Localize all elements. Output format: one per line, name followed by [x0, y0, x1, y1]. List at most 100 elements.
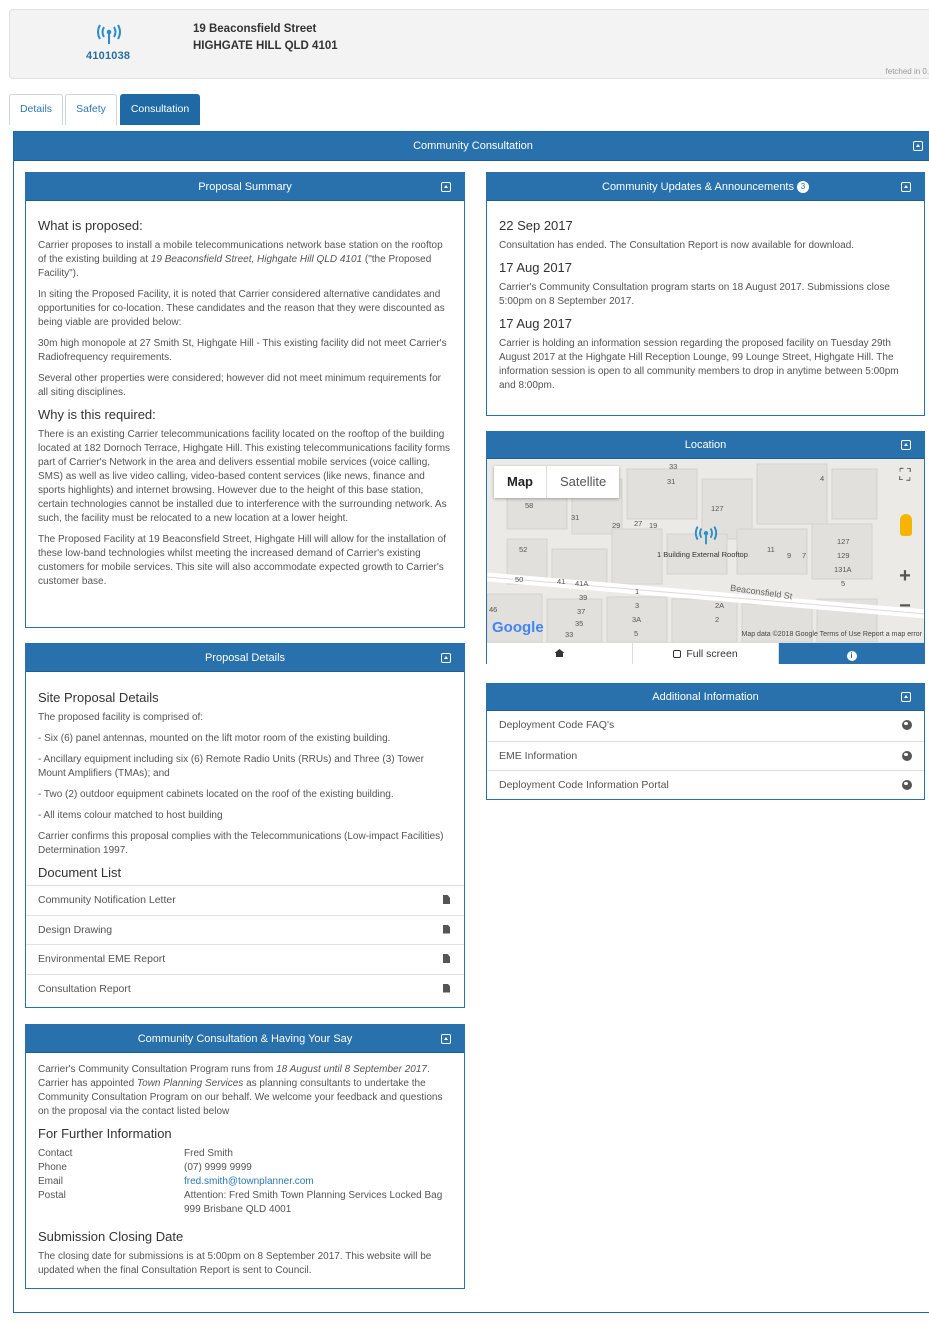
lot-number: 2	[715, 615, 720, 624]
info-link[interactable]: Deployment Code Information Portal	[487, 770, 924, 800]
proposal-details-header: Proposal Details	[26, 644, 464, 672]
map-type-map-button[interactable]: Map	[494, 466, 546, 498]
additional-info-title: Additional Information	[652, 691, 759, 703]
info-link[interactable]: EME Information	[487, 740, 924, 771]
lot-number: 37	[577, 607, 586, 616]
tab-consultation[interactable]: Consultation	[120, 94, 200, 125]
pegman-icon[interactable]	[900, 514, 912, 536]
map-type-toggle: Map Satellite	[494, 466, 620, 498]
site-id: 4101038	[86, 50, 131, 62]
home-button[interactable]	[487, 643, 633, 664]
document-link[interactable]: Environmental EME Report	[26, 944, 464, 974]
lot-number: 31	[571, 513, 580, 522]
info-icon: i	[846, 651, 857, 661]
info-button[interactable]: i	[779, 643, 924, 664]
location-title: Location	[684, 439, 727, 451]
lot-number: 58	[525, 501, 534, 510]
full-screen-button[interactable]: Full screen	[633, 643, 779, 664]
community-updates-title: Community Updates & Announcements	[602, 181, 794, 193]
community-consultation-header: Community Consultation	[14, 132, 929, 161]
document-link[interactable]: Consultation Report	[26, 973, 464, 1004]
document-link[interactable]: Community Notification Letter	[26, 885, 464, 915]
having-your-say-title: Community Consultation & Having Your Say	[137, 1033, 353, 1045]
list-item: - Two (2) outdoor equipment cabinets loc…	[38, 789, 394, 800]
tab-safety[interactable]: Safety	[65, 94, 117, 125]
proposal-summary-header: Proposal Summary	[26, 173, 464, 201]
additional-info-panel: Additional Information Deployment Code F…	[486, 683, 925, 800]
lot-number: 11	[767, 545, 775, 554]
document-link[interactable]: Design Drawing	[26, 914, 464, 945]
tab-details[interactable]: Details	[9, 94, 63, 125]
proposal-summary-title: Proposal Summary	[198, 181, 292, 193]
file-icon	[443, 954, 450, 963]
google-logo: Google	[492, 619, 544, 636]
collapse-icon[interactable]	[901, 181, 911, 192]
collapse-icon[interactable]	[441, 1033, 451, 1044]
lot-number: 127	[711, 504, 724, 513]
map-fullscreen-control[interactable]: ⛶	[892, 467, 918, 485]
info-link-label: Deployment Code Information Portal	[499, 779, 669, 791]
file-icon	[443, 895, 450, 904]
site-pin-label: 1 Building External Rooftop	[657, 550, 748, 559]
lot-number: 129	[837, 551, 850, 560]
info-link[interactable]: Deployment Code FAQ's	[487, 711, 924, 741]
document-label: Design Drawing	[38, 923, 113, 936]
updates-count-badge: 3	[797, 181, 809, 193]
globe-icon	[902, 780, 912, 790]
program-paragraph: Carrier's Community Consultation Program…	[38, 1064, 443, 1117]
lot-number: 27	[634, 519, 643, 528]
address-line-2: HIGHGATE HILL QLD 4101	[193, 40, 338, 52]
existing-facility-paragraph: There is an existing Carrier telecommuni…	[38, 429, 451, 524]
lot-number: 2A	[715, 601, 725, 610]
lot-number: 3A	[632, 615, 642, 624]
proposal-details-panel: Proposal Details Site Proposal Details T…	[25, 643, 465, 1008]
document-list-heading: Document List	[38, 865, 122, 880]
address-line-1: 19 Beaconsfield Street	[193, 23, 317, 35]
site-proposal-heading: Site Proposal Details	[38, 690, 159, 705]
monopole-paragraph: 30m high monopole at 27 Smith St, Highga…	[38, 338, 447, 363]
list-item: - All items colour matched to host build…	[38, 810, 223, 821]
document-label: Environmental EME Report	[38, 953, 166, 965]
map-attribution[interactable]: Map data ©2018 Google Terms of Use Repor…	[741, 631, 922, 638]
list-item: - Six (6) panel antennas, mounted on the…	[38, 733, 391, 744]
collapse-icon[interactable]	[913, 141, 923, 151]
email-link[interactable]: fred.smith@townplanner.com	[184, 1176, 314, 1187]
collapse-icon[interactable]	[901, 692, 911, 702]
collapse-icon[interactable]	[901, 440, 911, 450]
zoom-out-button[interactable]: −	[892, 595, 918, 618]
postal-label: Postal	[38, 1190, 66, 1201]
antenna-icon[interactable]	[693, 523, 719, 547]
lot-number: 41A	[575, 579, 589, 588]
globe-icon	[902, 750, 912, 761]
having-your-say-panel: Community Consultation & Having Your Say…	[25, 1024, 465, 1289]
map-view[interactable]: 31 29 27 19 127 31 33 4 58 127 129 131A …	[487, 459, 924, 642]
colocation-paragraph: In siting the Proposed Facility, it is n…	[38, 289, 445, 328]
home-icon	[554, 649, 565, 657]
lot-number: 29	[612, 521, 621, 530]
lot-number: 131A	[834, 565, 852, 574]
site-header: 4101038 19 Beaconsfield Street HIGHGATE …	[9, 9, 929, 79]
lot-number: 46	[489, 605, 498, 614]
collapse-icon[interactable]	[441, 181, 451, 192]
proposed-facility-paragraph: The Proposed Facility at 19 Beaconsfield…	[38, 534, 446, 587]
zoom-in-button[interactable]: +	[892, 565, 918, 588]
community-updates-panel: Community Updates & Announcements 3 22 Se…	[486, 172, 925, 416]
location-header: Location	[487, 432, 924, 459]
proposal-summary-panel: Proposal Summary What is proposed: Carri…	[25, 172, 465, 628]
intro-text: The proposed facility is comprised of:	[38, 712, 204, 723]
community-consultation-title: Community Consultation	[413, 140, 533, 152]
collapse-icon[interactable]	[441, 652, 451, 663]
document-label: Consultation Report	[38, 982, 131, 995]
info-link-label: EME Information	[499, 749, 578, 762]
map-type-satellite-button[interactable]: Satellite	[546, 466, 619, 498]
postal-value: Attention: Fred Smith Town Planning Serv…	[184, 1190, 443, 1215]
update-date: 17 Aug 2017	[499, 316, 573, 331]
lot-number: 50	[515, 575, 524, 584]
what-proposed-paragraph: Carrier proposes to install a mobile tel…	[38, 240, 443, 279]
lot-number: 9	[787, 551, 792, 560]
contact-label: Contact	[38, 1148, 73, 1159]
other-properties-paragraph: Several other properties were considered…	[38, 373, 441, 398]
closing-date-text: The closing date for submissions is at 5…	[38, 1251, 432, 1276]
having-your-say-header: Community Consultation & Having Your Say	[26, 1025, 464, 1053]
community-updates-header: Community Updates & Announcements 3	[487, 173, 924, 201]
